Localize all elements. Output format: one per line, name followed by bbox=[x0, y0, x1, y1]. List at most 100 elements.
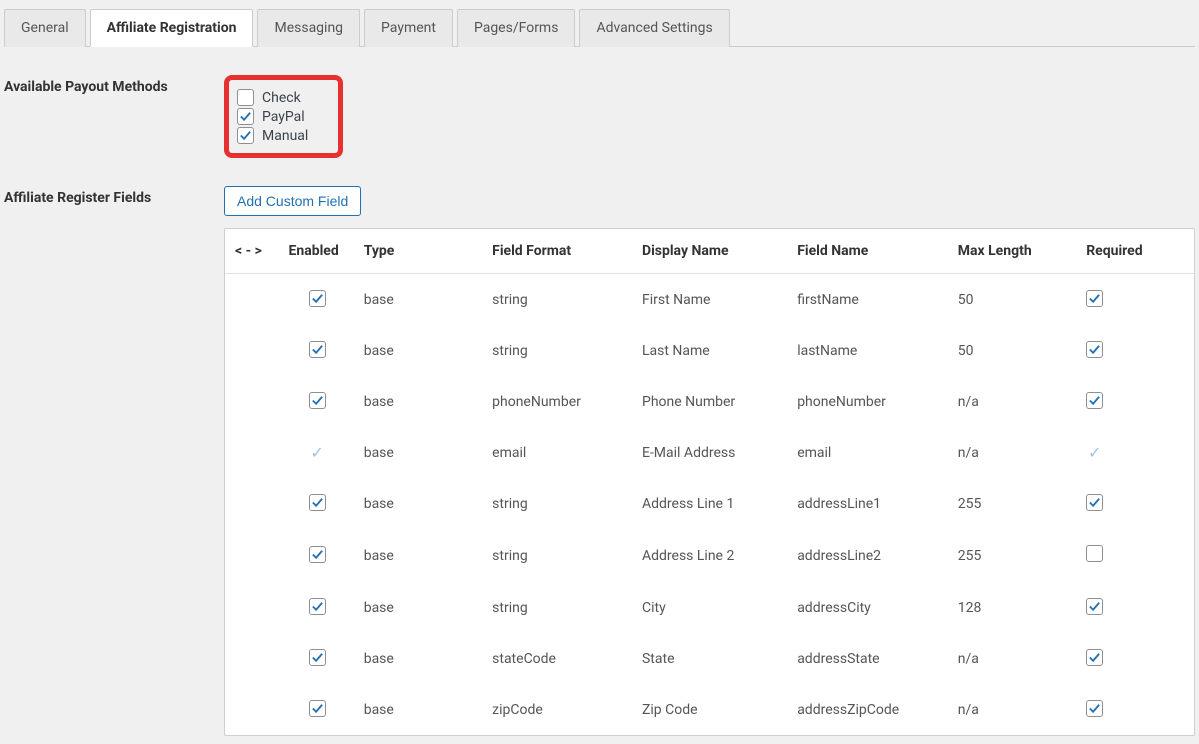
enabled-checkbox[interactable] bbox=[309, 546, 326, 563]
cell-max-length: 50 bbox=[948, 274, 1076, 326]
required-checkbox[interactable] bbox=[1086, 700, 1103, 717]
cell-display-name: City bbox=[632, 582, 787, 633]
col-enabled: Enabled bbox=[279, 229, 354, 274]
col-type: Type bbox=[354, 229, 482, 274]
cell-type: base bbox=[354, 427, 482, 478]
col-required: Required bbox=[1076, 229, 1194, 274]
cell-max-length: n/a bbox=[948, 633, 1076, 684]
register-fields-table: < - > Enabled Type Field Format Display … bbox=[224, 228, 1195, 736]
cell-type: base bbox=[354, 376, 482, 427]
drag-handle[interactable] bbox=[225, 582, 279, 633]
cell-field-name: email bbox=[787, 427, 948, 478]
required-checkbox[interactable] bbox=[1086, 494, 1103, 511]
cell-display-name: Last Name bbox=[632, 325, 787, 376]
checkbox-check-label: Check bbox=[262, 90, 301, 106]
required-checkbox[interactable] bbox=[1086, 649, 1103, 666]
cell-type: base bbox=[354, 529, 482, 582]
enabled-checkbox[interactable] bbox=[309, 392, 326, 409]
required-checkbox[interactable] bbox=[1086, 598, 1103, 615]
drag-handle[interactable] bbox=[225, 529, 279, 582]
enabled-checkbox[interactable] bbox=[309, 700, 326, 717]
checkbox-paypal[interactable] bbox=[237, 108, 254, 125]
cell-max-length: 50 bbox=[948, 325, 1076, 376]
add-custom-field-button[interactable]: Add Custom Field bbox=[224, 186, 361, 216]
cell-field-name: lastName bbox=[787, 325, 948, 376]
cell-display-name: First Name bbox=[632, 274, 787, 326]
payout-label: Available Payout Methods bbox=[4, 75, 224, 95]
drag-handle[interactable] bbox=[225, 633, 279, 684]
tab-messaging[interactable]: Messaging bbox=[257, 9, 360, 47]
cell-display-name: E-Mail Address bbox=[632, 427, 787, 478]
register-fields-label: Affiliate Register Fields bbox=[4, 186, 224, 206]
required-checkbox[interactable] bbox=[1086, 341, 1103, 358]
required-checkbox[interactable] bbox=[1086, 545, 1103, 562]
drag-handle[interactable] bbox=[225, 478, 279, 529]
checkbox-manual-label: Manual bbox=[262, 128, 308, 144]
cell-display-name: Phone Number bbox=[632, 376, 787, 427]
drag-handle[interactable] bbox=[225, 427, 279, 478]
cell-max-length: 255 bbox=[948, 529, 1076, 582]
cell-display-name: Address Line 1 bbox=[632, 478, 787, 529]
cell-format: string bbox=[482, 478, 632, 529]
cell-max-length: n/a bbox=[948, 427, 1076, 478]
payout-highlight-box: Check PayPal Manual bbox=[224, 75, 343, 158]
tab-general[interactable]: General bbox=[4, 9, 86, 47]
cell-field-name: phoneNumber bbox=[787, 376, 948, 427]
register-fields-section: Affiliate Register Fields Add Custom Fie… bbox=[4, 186, 1195, 736]
cell-max-length: 128 bbox=[948, 582, 1076, 633]
cell-display-name: State bbox=[632, 633, 787, 684]
cell-type: base bbox=[354, 274, 482, 326]
enabled-checkbox[interactable] bbox=[309, 290, 326, 307]
table-row: ✓baseemailE-Mail Addressemailn/a✓ bbox=[225, 427, 1194, 478]
settings-tabs: General Affiliate Registration Messaging… bbox=[4, 8, 1195, 47]
cell-format: string bbox=[482, 274, 632, 326]
cell-type: base bbox=[354, 633, 482, 684]
tab-payment[interactable]: Payment bbox=[364, 9, 453, 47]
enabled-checkbox[interactable] bbox=[309, 341, 326, 358]
cell-format: stateCode bbox=[482, 633, 632, 684]
tab-advanced-settings[interactable]: Advanced Settings bbox=[579, 9, 729, 47]
table-row: basephoneNumberPhone NumberphoneNumbern/… bbox=[225, 376, 1194, 427]
cell-format: string bbox=[482, 582, 632, 633]
table-row: basestringCityaddressCity128 bbox=[225, 582, 1194, 633]
drag-handle[interactable] bbox=[225, 274, 279, 326]
enabled-checkbox[interactable] bbox=[309, 494, 326, 511]
checkbox-manual[interactable] bbox=[237, 127, 254, 144]
cell-display-name: Address Line 2 bbox=[632, 529, 787, 582]
cell-format: email bbox=[482, 427, 632, 478]
enabled-checkbox[interactable] bbox=[309, 598, 326, 615]
cell-field-name: addressLine2 bbox=[787, 529, 948, 582]
cell-format: string bbox=[482, 529, 632, 582]
checkmark-locked-icon: ✓ bbox=[1086, 443, 1103, 462]
enabled-checkbox[interactable] bbox=[309, 649, 326, 666]
table-row: basestringFirst NamefirstName50 bbox=[225, 274, 1194, 326]
required-checkbox[interactable] bbox=[1086, 392, 1103, 409]
cell-type: base bbox=[354, 582, 482, 633]
cell-format: phoneNumber bbox=[482, 376, 632, 427]
table-row: basestateCodeStateaddressStaten/a bbox=[225, 633, 1194, 684]
cell-type: base bbox=[354, 325, 482, 376]
cell-field-name: addressState bbox=[787, 633, 948, 684]
cell-field-name: firstName bbox=[787, 274, 948, 326]
tab-affiliate-registration[interactable]: Affiliate Registration bbox=[90, 9, 254, 47]
cell-max-length: 255 bbox=[948, 478, 1076, 529]
drag-handle[interactable] bbox=[225, 325, 279, 376]
checkbox-check[interactable] bbox=[237, 89, 254, 106]
cell-max-length: n/a bbox=[948, 376, 1076, 427]
cell-field-name: addressCity bbox=[787, 582, 948, 633]
payout-section: Available Payout Methods Check PayPal Ma… bbox=[4, 75, 1195, 158]
col-sort: < - > bbox=[225, 229, 279, 274]
tab-pages-forms[interactable]: Pages/Forms bbox=[457, 9, 576, 47]
cell-field-name: addressLine1 bbox=[787, 478, 948, 529]
checkmark-locked-icon: ✓ bbox=[309, 443, 326, 462]
checkbox-paypal-label: PayPal bbox=[262, 109, 305, 125]
col-display: Display Name bbox=[632, 229, 787, 274]
table-row: basestringAddress Line 2addressLine2255 bbox=[225, 529, 1194, 582]
col-fieldname: Field Name bbox=[787, 229, 948, 274]
cell-format: string bbox=[482, 325, 632, 376]
col-format: Field Format bbox=[482, 229, 632, 274]
table-row: basestringAddress Line 1addressLine1255 bbox=[225, 478, 1194, 529]
cell-type: base bbox=[354, 478, 482, 529]
drag-handle[interactable] bbox=[225, 376, 279, 427]
required-checkbox[interactable] bbox=[1086, 290, 1103, 307]
